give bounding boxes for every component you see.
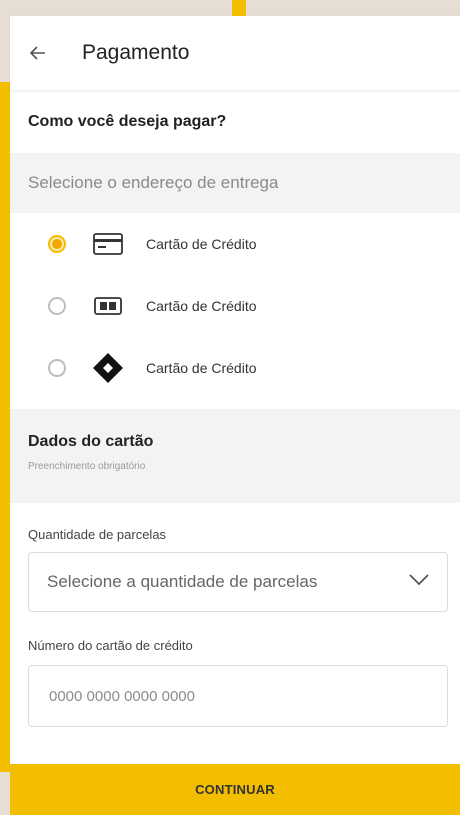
- installments-label: Quantidade de parcelas: [28, 527, 167, 542]
- radio-selected[interactable]: [48, 235, 66, 253]
- decorative-yellow-strip-top: [232, 0, 246, 16]
- address-select[interactable]: Selecione o endereço de entrega: [10, 153, 460, 213]
- radio-unselected[interactable]: [48, 297, 66, 315]
- payment-option-credit-card[interactable]: Cartão de Crédito: [10, 213, 460, 275]
- card-data-title: Dados do cartão: [28, 433, 154, 450]
- credit-card-icon: [92, 230, 124, 258]
- page-title: Pagamento: [82, 41, 190, 64]
- diamond-card-icon: [92, 353, 124, 383]
- card-number-input[interactable]: [47, 686, 429, 706]
- radio-unselected[interactable]: [48, 359, 66, 377]
- continue-button[interactable]: CONTINUAR: [10, 764, 460, 815]
- chevron-down-icon: [409, 573, 429, 591]
- option-label: Cartão de Crédito: [146, 236, 257, 252]
- arrow-left-icon[interactable]: [28, 42, 50, 64]
- payment-screen: Pagamento Como você deseja pagar? Seleci…: [10, 16, 460, 815]
- installments-select[interactable]: Selecione a quantidade de parcelas: [28, 552, 448, 612]
- payment-option-chip-card[interactable]: Cartão de Crédito: [10, 275, 460, 337]
- app-header: Pagamento: [10, 16, 460, 91]
- card-data-section: Dados do cartão Preenchimento obrigatóri…: [10, 409, 460, 503]
- card-number-field[interactable]: [28, 665, 448, 727]
- card-data-subtitle: Preenchimento obrigatório: [28, 461, 146, 472]
- payment-question: Como você deseja pagar?: [28, 113, 227, 130]
- decorative-yellow-strip-left: [0, 82, 10, 772]
- card-chip-icon: [92, 292, 124, 320]
- card-number-label: Número do cartão de crédito: [28, 638, 193, 653]
- option-label: Cartão de Crédito: [146, 360, 257, 376]
- option-label: Cartão de Crédito: [146, 298, 257, 314]
- installments-placeholder: Selecione a quantidade de parcelas: [47, 572, 318, 591]
- payment-option-diamond-card[interactable]: Cartão de Crédito: [10, 337, 460, 399]
